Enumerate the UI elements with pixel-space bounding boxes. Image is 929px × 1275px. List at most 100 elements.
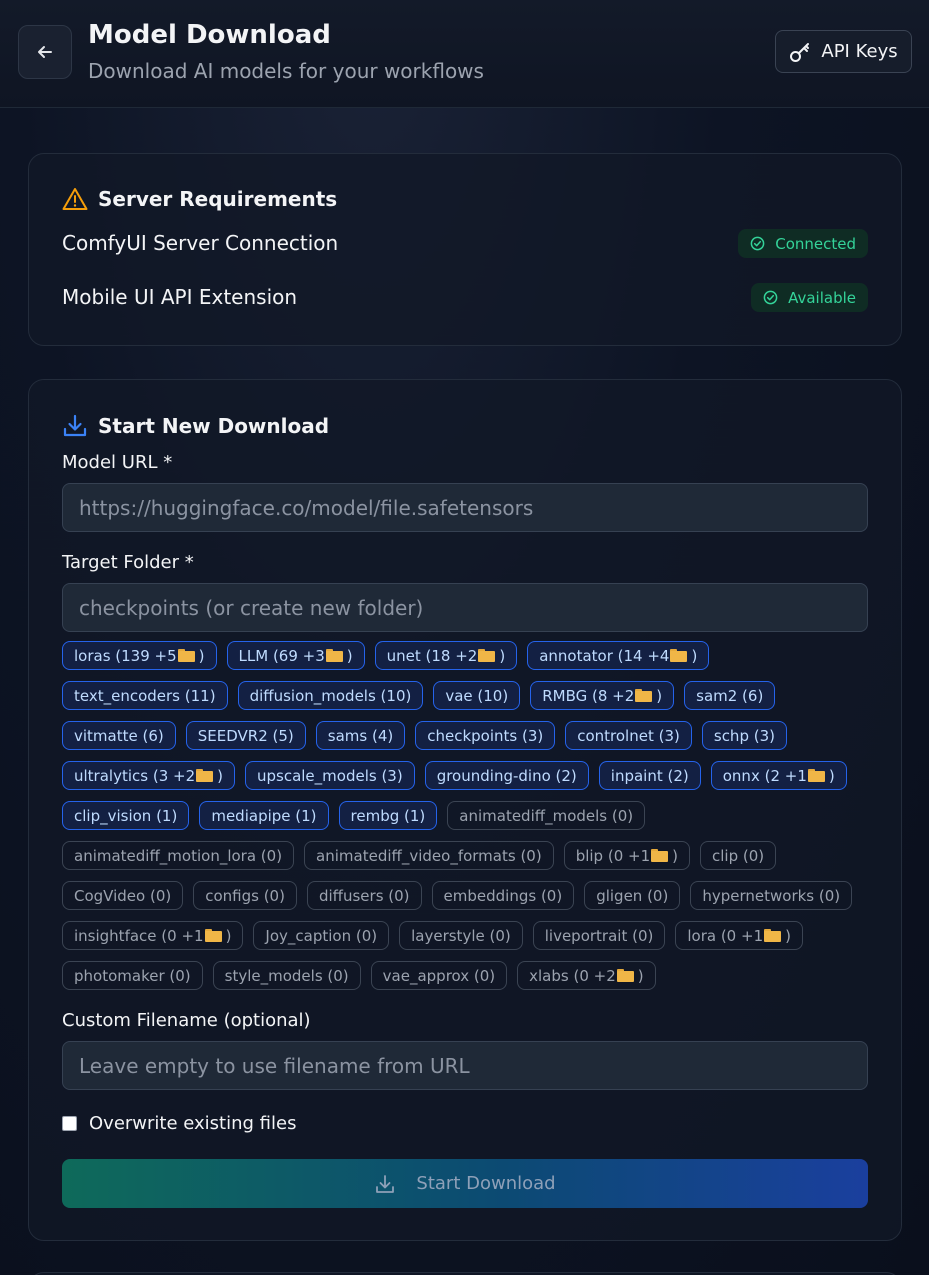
start-download-title: Start New Download bbox=[98, 414, 330, 438]
folder-chip[interactable]: hypernetworks (0) bbox=[690, 881, 853, 910]
folder-chip[interactable]: vae_approx (0) bbox=[370, 961, 508, 990]
folder-chip-suffix: ) bbox=[637, 966, 644, 985]
page-title: Model Download bbox=[88, 20, 331, 50]
folder-chip[interactable]: unet (18 +2) bbox=[374, 641, 518, 670]
folder-chip[interactable]: layerstyle (0) bbox=[399, 921, 523, 950]
folder-chip[interactable]: checkpoints (3) bbox=[415, 721, 556, 750]
folder-chip[interactable]: diffusion_models (10) bbox=[237, 681, 424, 710]
back-button[interactable] bbox=[18, 25, 72, 79]
folder-chip[interactable]: mediapipe (1) bbox=[199, 801, 329, 830]
folder-chip-label: rembg (1) bbox=[350, 806, 426, 825]
folder-chip-label: loras (139 +5 bbox=[74, 646, 177, 665]
folder-chip-label: checkpoints (3) bbox=[427, 726, 544, 745]
folder-chip[interactable]: animatediff_video_formats (0) bbox=[304, 841, 554, 870]
folder-chip[interactable]: style_models (0) bbox=[212, 961, 361, 990]
folder-chip[interactable]: embeddings (0) bbox=[431, 881, 575, 910]
folder-chip[interactable]: insightface (0 +1) bbox=[62, 921, 244, 950]
folder-chip[interactable]: inpaint (2) bbox=[598, 761, 701, 790]
custom-filename-input[interactable]: Leave empty to use filename from URL bbox=[62, 1041, 868, 1090]
folder-chip-label: clip (0) bbox=[711, 846, 765, 865]
folder-chip-label: animatediff_video_formats (0) bbox=[316, 846, 542, 865]
folder-chip[interactable]: configs (0) bbox=[193, 881, 297, 910]
page-subtitle: Download AI models for your workflows bbox=[88, 59, 484, 83]
status-text: Available bbox=[788, 288, 856, 307]
folder-chip[interactable]: diffusers (0) bbox=[306, 881, 422, 910]
folder-chip[interactable]: Joy_caption (0) bbox=[253, 921, 390, 950]
folder-chip[interactable]: lora (0 +1) bbox=[675, 921, 803, 950]
folder-chip-label: configs (0) bbox=[205, 886, 285, 905]
folder-chip[interactable]: annotator (14 +4) bbox=[527, 641, 710, 670]
folder-chip-label: style_models (0) bbox=[224, 966, 349, 985]
start-download-label: Start Download bbox=[416, 1173, 556, 1194]
folder-chip[interactable]: clip_vision (1) bbox=[62, 801, 190, 830]
folder-chip[interactable]: vae (10) bbox=[433, 681, 521, 710]
folder-chip[interactable]: CogVideo (0) bbox=[62, 881, 184, 910]
folder-chip-suffix: ) bbox=[499, 646, 506, 665]
folder-chip-suffix: ) bbox=[198, 646, 205, 665]
check-circle-icon bbox=[763, 290, 778, 305]
folder-chip-list: loras (139 +5) LLM (69 +3) unet (18 +2) ann… bbox=[62, 641, 872, 990]
folder-chip[interactable]: onnx (2 +1) bbox=[710, 761, 847, 790]
folder-chip-suffix: ) bbox=[656, 686, 663, 705]
folder-chip[interactable]: ultralytics (3 +2) bbox=[62, 761, 235, 790]
folder-icon bbox=[807, 769, 825, 782]
folder-chip[interactable]: animatediff_models (0) bbox=[447, 801, 646, 830]
folder-chip-label: controlnet (3) bbox=[577, 726, 680, 745]
start-download-header: Start New Download bbox=[62, 413, 329, 439]
model-url-input[interactable]: https://huggingface.co/model/file.safete… bbox=[62, 483, 868, 532]
folder-chip[interactable]: SEEDVR2 (5) bbox=[185, 721, 306, 750]
folder-chip[interactable]: controlnet (3) bbox=[565, 721, 692, 750]
folder-icon bbox=[177, 649, 195, 662]
folder-chip[interactable]: rembg (1) bbox=[338, 801, 438, 830]
folder-chip[interactable]: liveportrait (0) bbox=[532, 921, 666, 950]
folder-chip[interactable]: vitmatte (6) bbox=[62, 721, 176, 750]
status-text: Connected bbox=[775, 234, 856, 253]
target-folder-input[interactable]: checkpoints (or create new folder) bbox=[62, 583, 868, 632]
folder-chip-label: unet (18 +2 bbox=[386, 646, 478, 665]
folder-chip[interactable]: LLM (69 +3) bbox=[226, 641, 365, 670]
server-requirements-card: Server Requirements ComfyUI Server Conne… bbox=[28, 153, 902, 346]
folder-icon bbox=[651, 849, 669, 862]
folder-chip-suffix: ) bbox=[785, 926, 791, 945]
folder-chip[interactable]: schp (3) bbox=[701, 721, 787, 750]
folder-icon bbox=[204, 929, 222, 942]
folder-chip-label: schp (3) bbox=[713, 726, 775, 745]
api-keys-button[interactable]: API Keys bbox=[775, 30, 912, 73]
folder-chip-label: onnx (2 +1 bbox=[722, 766, 807, 785]
folder-chip[interactable]: clip (0) bbox=[699, 841, 777, 870]
arrow-left-icon bbox=[38, 46, 52, 58]
folder-chip-label: diffusion_models (10) bbox=[249, 686, 412, 705]
folder-chip[interactable]: xlabs (0 +2) bbox=[517, 961, 656, 990]
folder-chip-label: text_encoders (11) bbox=[74, 686, 216, 705]
folder-chip-label: upscale_models (3) bbox=[256, 766, 403, 785]
folder-chip-label: hypernetworks (0) bbox=[702, 886, 841, 905]
folder-icon bbox=[764, 929, 782, 942]
folder-chip[interactable]: text_encoders (11) bbox=[62, 681, 228, 710]
folder-chip-suffix: ) bbox=[672, 846, 678, 865]
folder-chip[interactable]: loras (139 +5) bbox=[62, 641, 217, 670]
folder-chip-label: vae_approx (0) bbox=[382, 966, 496, 985]
folder-chip[interactable]: upscale_models (3) bbox=[244, 761, 415, 790]
folder-chip[interactable]: blip (0 +1) bbox=[563, 841, 690, 870]
folder-chip[interactable]: gligen (0) bbox=[584, 881, 681, 910]
folder-chip[interactable]: animatediff_motion_lora (0) bbox=[62, 841, 295, 870]
target-folder-label: Target Folder * bbox=[62, 552, 194, 573]
folder-chip[interactable]: RMBG (8 +2) bbox=[530, 681, 675, 710]
overwrite-label: Overwrite existing files bbox=[89, 1113, 297, 1134]
folder-chip[interactable]: sam2 (6) bbox=[684, 681, 776, 710]
overwrite-option[interactable]: Overwrite existing files bbox=[62, 1113, 296, 1134]
overwrite-checkbox[interactable] bbox=[62, 1116, 77, 1131]
folder-icon bbox=[670, 649, 688, 662]
start-download-button[interactable]: Start Download bbox=[62, 1159, 868, 1208]
folder-chip-label: grounding-dino (2) bbox=[436, 766, 577, 785]
folder-chip[interactable]: photomaker (0) bbox=[62, 961, 203, 990]
folder-chip-label: insightface (0 +1 bbox=[74, 926, 204, 945]
folder-chip-label: vae (10) bbox=[445, 686, 509, 705]
server-requirements-title: Server Requirements bbox=[98, 187, 338, 211]
folder-chip[interactable]: grounding-dino (2) bbox=[424, 761, 589, 790]
download-icon bbox=[376, 1174, 395, 1193]
folder-chip[interactable]: sams (4) bbox=[315, 721, 406, 750]
status-badge: Available bbox=[751, 283, 868, 312]
folder-chip-label: SEEDVR2 (5) bbox=[197, 726, 294, 745]
folder-chip-suffix: ) bbox=[828, 766, 835, 785]
